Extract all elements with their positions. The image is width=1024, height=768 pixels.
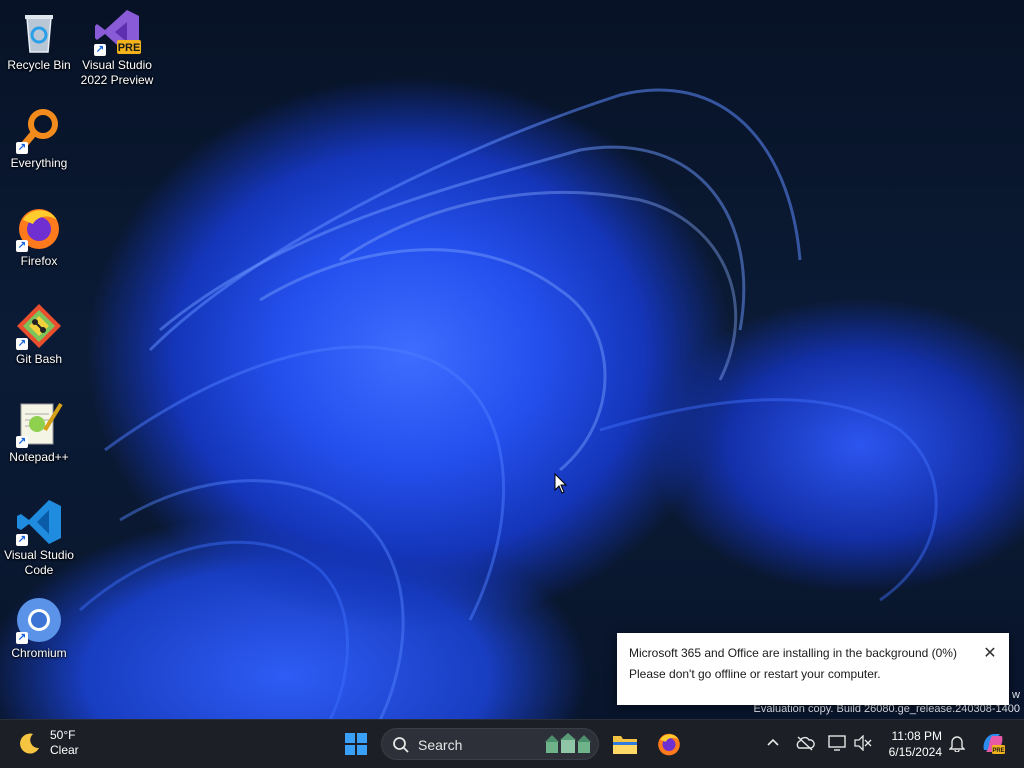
vscode-icon: ↗ [15, 498, 63, 546]
shortcut-arrow-icon: ↗ [16, 338, 28, 350]
taskbar-app-file-explorer[interactable] [609, 728, 641, 760]
display-icon [828, 735, 846, 751]
volume-muted-icon [854, 735, 872, 751]
clock-date: 6/15/2024 [888, 745, 942, 759]
svg-text:PRE: PRE [992, 748, 1004, 754]
notification-body: Please don't go offline or restart your … [629, 667, 881, 681]
shortcut-arrow-icon: ↗ [16, 142, 28, 154]
system-clock[interactable]: 11:08 PM 6/15/2024 [878, 728, 942, 760]
desktop-icon-everything[interactable]: ↗ Everything [1, 106, 77, 171]
shortcut-arrow-icon: ↗ [94, 44, 106, 56]
shortcut-arrow-icon: ↗ [16, 534, 28, 546]
taskbar: 50°F Clear Search 11:08 PM 6/15/2024 PRE [0, 719, 1024, 768]
shortcut-arrow-icon: ↗ [16, 436, 28, 448]
taskbar-app-firefox[interactable] [653, 728, 685, 760]
start-button[interactable] [340, 728, 372, 760]
desktop-icon-label: Recycle Bin [7, 58, 71, 72]
search-placeholder: Search [418, 737, 463, 753]
taskbar-search-box[interactable]: Search [381, 728, 599, 760]
copilot-icon: PRE [983, 734, 1005, 754]
weather-widget[interactable]: 50°F Clear [18, 728, 79, 758]
copilot-button[interactable]: PRE [980, 730, 1006, 756]
desktop-icon-label: Visual Studio 2022 Preview [80, 58, 154, 87]
desktop-icon-label: Visual Studio Code [4, 548, 74, 577]
desktop-icon-notepad-plus-plus[interactable]: ↗ Notepad++ [1, 400, 77, 465]
desktop-icon-visual-studio[interactable]: PRE ↗ Visual Studio 2022 Preview [79, 8, 155, 88]
pre-badge: PRE [118, 42, 141, 54]
onedrive-icon [796, 736, 815, 751]
desktop-icon-vscode[interactable]: ↗ Visual Studio Code [1, 498, 77, 578]
everything-search-icon: ↗ [15, 106, 63, 154]
recycle-bin-icon [15, 8, 63, 56]
close-icon[interactable]: ✕ [981, 645, 999, 663]
onedrive-tray-button[interactable] [794, 732, 816, 754]
show-hidden-icons-button[interactable] [762, 732, 784, 754]
notepad-plus-plus-icon: ↗ [15, 400, 63, 448]
chevron-up-icon [767, 738, 779, 746]
notification-title: Microsoft 365 and Office are installing … [629, 646, 957, 660]
desktop-icon-firefox[interactable]: ↗ Firefox [1, 204, 77, 269]
desktop-icon-label: Firefox [20, 254, 58, 268]
network-display-tray-button[interactable] [826, 732, 848, 754]
shortcut-arrow-icon: ↗ [16, 632, 28, 644]
chromium-icon: ↗ [15, 596, 63, 644]
desktop-icon-chromium[interactable]: ↗ Chromium [1, 596, 77, 661]
desktop-icon-git-bash[interactable]: ↗ Git Bash [1, 302, 77, 367]
desktop-icon-label: Everything [10, 156, 68, 170]
notification-center-button[interactable] [946, 732, 968, 754]
weather-condition: Clear [50, 743, 79, 757]
moon-icon [20, 733, 39, 754]
desktop-icon-label: Git Bash [15, 352, 63, 366]
volume-tray-button[interactable] [852, 732, 874, 754]
office-install-notification[interactable]: Microsoft 365 and Office are installing … [617, 633, 1009, 705]
firefox-icon: ↗ [15, 204, 63, 252]
desktop-icon-label: Chromium [11, 646, 67, 660]
search-highlight-icon [545, 733, 591, 753]
mouse-cursor-icon [554, 473, 568, 494]
wallpaper-bloom [79, 88, 938, 720]
file-explorer-icon [613, 736, 637, 754]
notification-bell-icon [949, 736, 965, 752]
clock-time: 11:08 PM [891, 729, 942, 743]
visual-studio-icon: PRE ↗ [93, 8, 141, 56]
firefox-icon [658, 733, 680, 756]
weather-temperature: 50°F [50, 728, 76, 742]
git-bash-icon: ↗ [15, 302, 63, 350]
desktop-icon-recycle-bin[interactable]: Recycle Bin [1, 8, 77, 73]
shortcut-arrow-icon: ↗ [16, 240, 28, 252]
desktop-icon-label: Notepad++ [9, 450, 69, 464]
windows-start-icon [345, 733, 367, 755]
search-icon [393, 737, 409, 753]
